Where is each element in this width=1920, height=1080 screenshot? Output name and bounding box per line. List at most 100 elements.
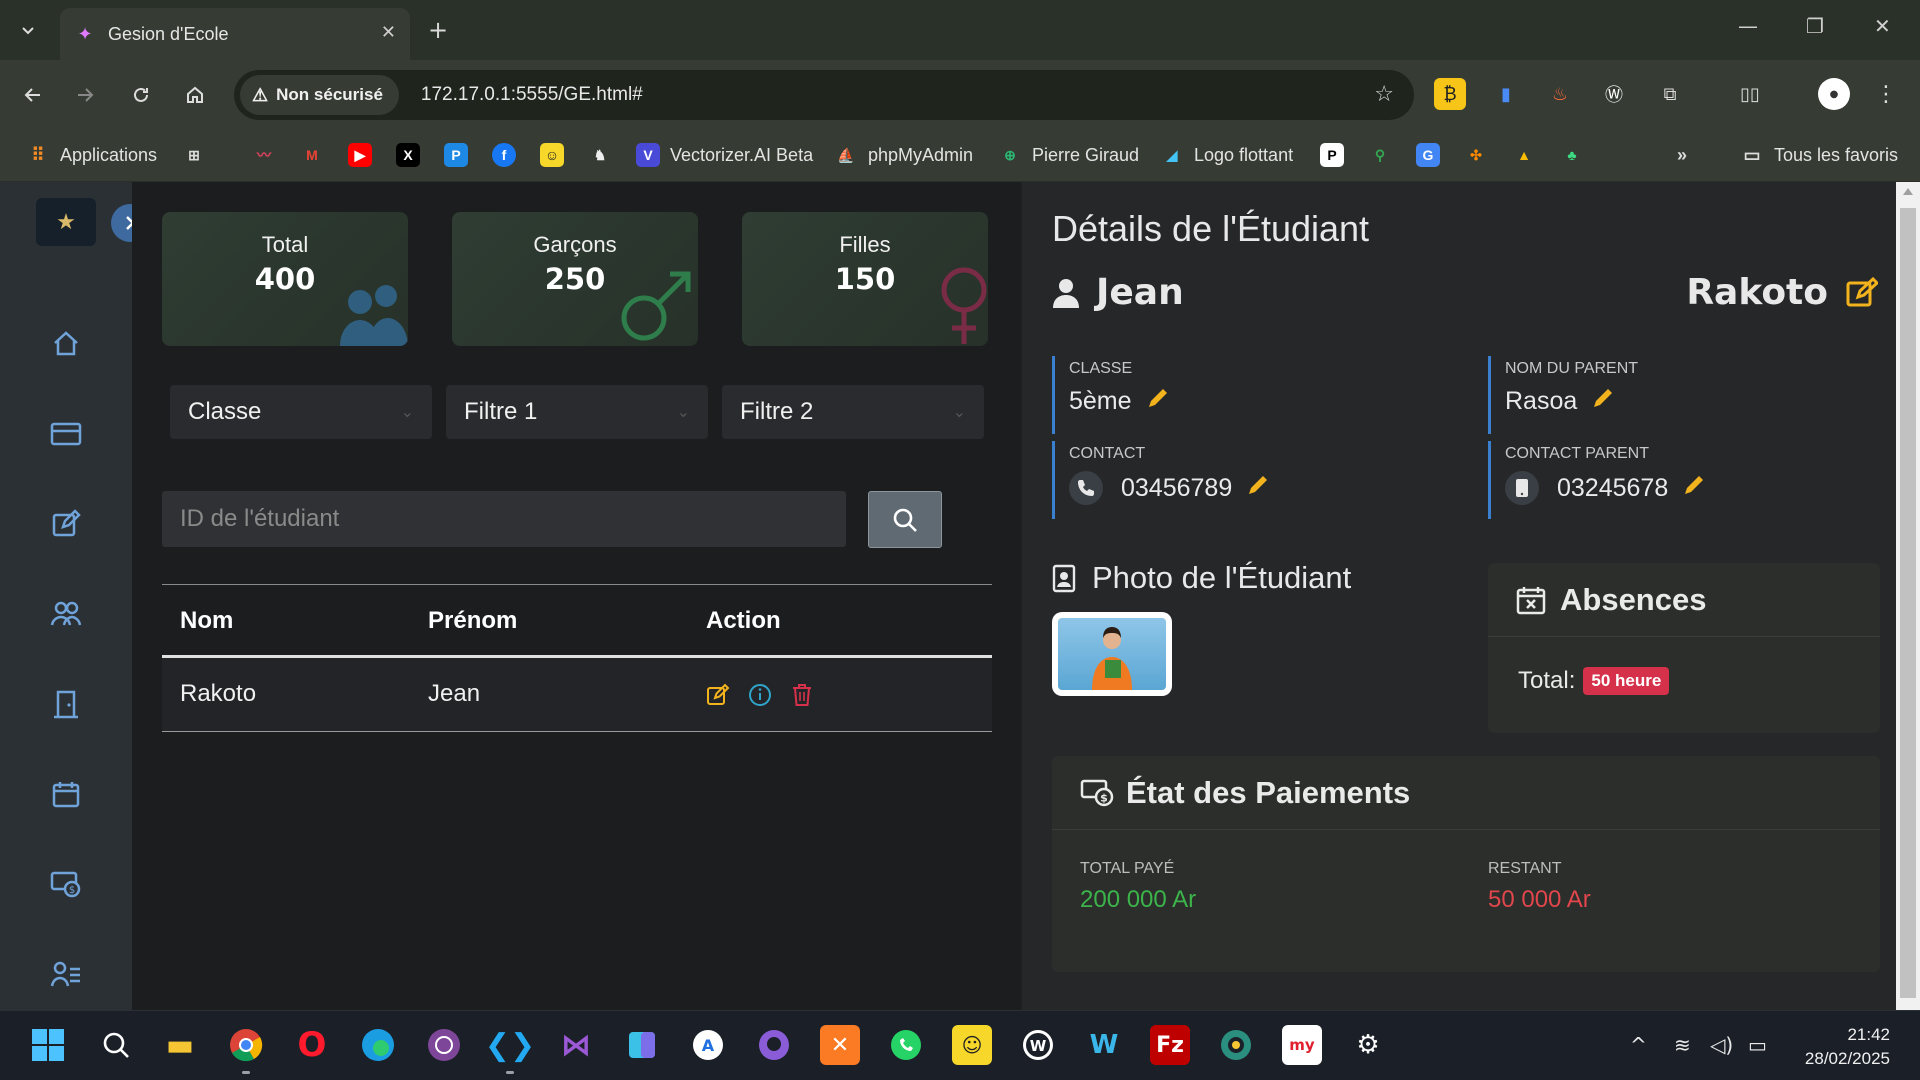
visual-studio-icon[interactable]: ⋈ (556, 1025, 596, 1065)
reading-mode-icon[interactable]: ▯▯ (1734, 78, 1766, 110)
tab-search-button[interactable] (10, 12, 46, 48)
calendar-icon (52, 782, 80, 808)
taskbar-clock[interactable]: 21:42 28/02/2025 (1805, 1023, 1890, 1071)
pencil-icon[interactable] (1146, 386, 1170, 417)
page-scrollbar[interactable] (1896, 182, 1920, 1010)
search-button[interactable] (868, 491, 942, 548)
bookmark-translate[interactable]: G (1416, 140, 1440, 170)
table-row[interactable]: Rakoto Jean (162, 658, 992, 732)
info-row-button[interactable] (746, 681, 774, 709)
bookmark-p[interactable]: P (444, 140, 468, 170)
bookmark-applications[interactable]: ⠿ Applications (26, 140, 157, 170)
app-ws-icon[interactable]: W (1084, 1025, 1124, 1065)
filtre2-select[interactable]: Filtre 2 ⌄ (722, 385, 984, 439)
bookmark-2[interactable]: ☺ (540, 140, 564, 170)
bookmark-facebook[interactable]: f (492, 140, 516, 170)
bookmark-3[interactable]: ♞ (588, 140, 612, 170)
pencil-icon[interactable] (1682, 473, 1706, 504)
bookmark-5[interactable]: ✣ (1464, 140, 1488, 170)
sidebar-item-payments[interactable]: $ (46, 864, 86, 904)
back-button[interactable] (14, 76, 52, 114)
filezilla-icon[interactable]: Fz (1150, 1025, 1190, 1065)
volume-icon[interactable]: ◁) (1710, 1033, 1733, 1057)
sidebar-item-calendar[interactable] (46, 774, 86, 814)
app-a-icon[interactable]: A (688, 1025, 728, 1065)
profile-avatar[interactable]: ● (1818, 78, 1850, 110)
chrome-icon[interactable] (226, 1025, 266, 1065)
github-icon[interactable] (754, 1025, 794, 1065)
filtre1-select[interactable]: Filtre 1 ⌄ (446, 385, 708, 439)
app-tools-icon[interactable]: ⚙ (1348, 1025, 1388, 1065)
edit-icon[interactable] (1846, 276, 1878, 309)
bookmark-6[interactable]: ♣ (1560, 140, 1584, 170)
extensions-puzzle-icon[interactable]: ⧉ (1654, 78, 1686, 110)
new-tab-button[interactable]: + (420, 12, 456, 48)
extension-2-icon[interactable]: ▮ (1490, 78, 1522, 110)
tray-overflow-icon[interactable]: ^ (1630, 1033, 1647, 1057)
wordpress-icon[interactable]: W (1018, 1025, 1058, 1065)
bookmark-star-icon[interactable]: ☆ (1374, 82, 1394, 107)
sidebar-item-home[interactable] (46, 324, 86, 364)
reload-button[interactable] (122, 76, 160, 114)
remaining-value: 50 000 Ar (1488, 886, 1591, 913)
bookmark-all-favorites[interactable]: ▭ Tous les favoris (1740, 140, 1898, 170)
scrollbar-thumb[interactable] (1900, 208, 1916, 998)
edit-row-button[interactable] (704, 681, 732, 709)
sidebar-item-cards[interactable] (46, 414, 86, 454)
battery-icon[interactable]: ▭ (1748, 1033, 1767, 1057)
omnibox[interactable]: ⚠ Non sécurisé 172.17.0.1:5555/GE.html# … (234, 70, 1414, 120)
tab-close-icon[interactable]: ✕ (381, 22, 396, 43)
sidebar-item-profiles[interactable] (46, 954, 86, 994)
security-chip[interactable]: ⚠ Non sécurisé (240, 75, 399, 115)
extension-3-icon[interactable]: ♨ (1544, 78, 1576, 110)
app-my-icon[interactable]: my (1282, 1025, 1322, 1065)
app-gradient-icon[interactable] (622, 1025, 662, 1065)
whatsapp-icon[interactable] (886, 1025, 926, 1065)
bookmark-gmail[interactable]: M (300, 140, 324, 170)
scroll-up-arrow-icon[interactable] (1903, 188, 1913, 195)
bookmark-phpmyadmin[interactable]: ⛵ phpMyAdmin (834, 140, 973, 170)
extension-1-icon[interactable]: ₿ (1434, 78, 1466, 110)
restore-button[interactable]: ❐ (1806, 14, 1824, 38)
bookmark-tabs-grid[interactable]: ⊞ (182, 140, 206, 170)
bookmark-drive[interactable]: ▲ (1512, 140, 1536, 170)
stat-label: Garçons (533, 232, 617, 257)
start-button[interactable] (28, 1025, 68, 1065)
menu-kebab-icon[interactable]: ⋮ (1870, 78, 1902, 110)
classe-select[interactable]: Classe ⌄ (170, 385, 432, 439)
file-explorer-icon[interactable]: ▬ (160, 1025, 200, 1065)
active-tab[interactable]: ✦ Gesion d'Ecole ✕ (60, 8, 410, 60)
pencil-icon[interactable] (1246, 473, 1270, 504)
bookmark-vectorizer[interactable]: V Vectorizer.AI Beta (636, 140, 813, 170)
student-id-input[interactable] (162, 491, 846, 547)
bookmark-logo-flottant[interactable]: ◢ Logo flottant (1160, 140, 1293, 170)
extension-4-icon[interactable]: Ⓦ (1598, 78, 1630, 110)
edge-icon[interactable] (358, 1025, 398, 1065)
xampp-icon[interactable]: ✕ (820, 1025, 860, 1065)
bookmark-4[interactable]: P (1320, 140, 1344, 170)
opera-icon[interactable]: O (292, 1025, 332, 1065)
bookmark-pierre-giraud[interactable]: ⊕ Pierre Giraud (998, 140, 1139, 170)
tor-icon[interactable] (424, 1025, 464, 1065)
bookmark-x[interactable]: X (396, 140, 420, 170)
bookmark-maps[interactable]: ⚲ (1368, 140, 1392, 170)
search-taskbar-button[interactable] (96, 1025, 136, 1065)
sidebar-item-door[interactable] (46, 684, 86, 724)
bookmarks-overflow-button[interactable]: » (1670, 140, 1694, 170)
vscode-icon[interactable]: ❮❯ (485, 1025, 535, 1065)
minimize-button[interactable]: — (1738, 14, 1758, 38)
yellow-app-icon[interactable]: ☺ (952, 1025, 992, 1065)
pencil-icon[interactable] (1591, 386, 1615, 417)
forward-button[interactable] (66, 76, 104, 114)
app-dial-icon[interactable] (1216, 1025, 1256, 1065)
bookmark-1[interactable]: 〰 (252, 140, 276, 170)
wifi-icon[interactable]: ≋ (1674, 1033, 1691, 1057)
home-button[interactable] (176, 76, 214, 114)
bookmark-youtube[interactable]: ▶ (348, 140, 372, 170)
close-window-button[interactable]: ✕ (1874, 14, 1891, 38)
sidebar-item-users[interactable] (46, 594, 86, 634)
delete-row-button[interactable] (788, 681, 816, 709)
student-photo[interactable] (1052, 612, 1172, 696)
url-text[interactable]: 172.17.0.1:5555/GE.html# (421, 84, 643, 106)
sidebar-item-edit[interactable] (46, 504, 86, 544)
